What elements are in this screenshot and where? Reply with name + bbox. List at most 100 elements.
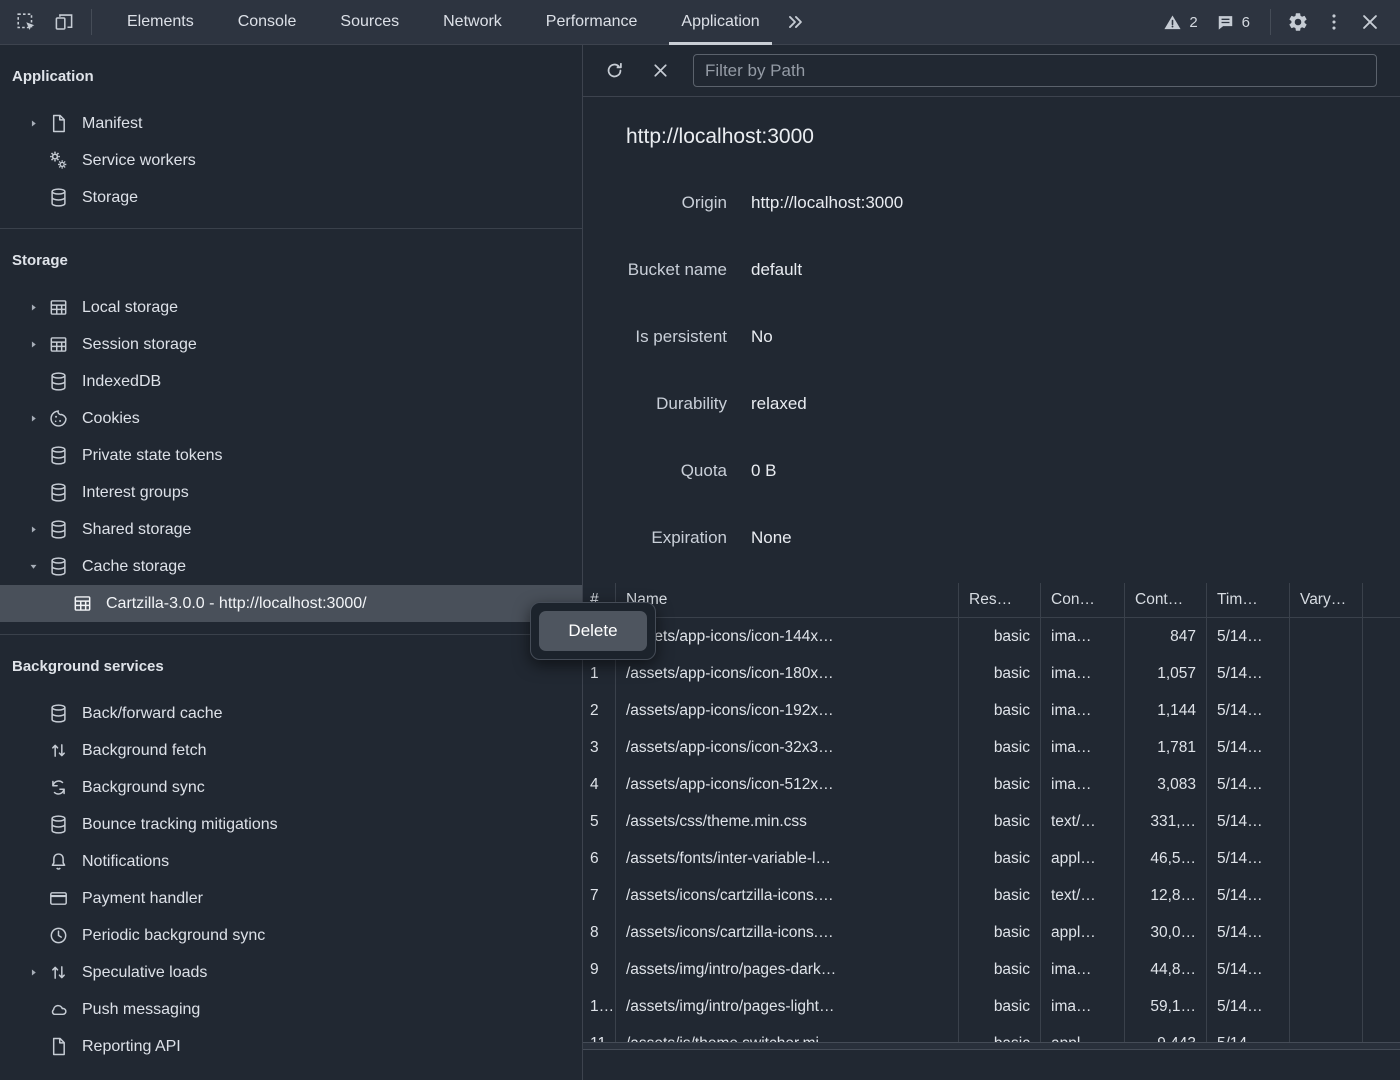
- table-row[interactable]: 6/assets/fonts/inter-variable-l…basicapp…: [583, 840, 1400, 877]
- cache-filter-bar: [583, 45, 1400, 97]
- table-cell-filler: [1363, 766, 1400, 803]
- expander-placeholder: [28, 1041, 48, 1053]
- database-icon: [48, 556, 69, 577]
- warnings-badge[interactable]: 2: [1163, 13, 1197, 32]
- table-cell: /assets/icons/cartzilla-icons.…: [616, 914, 959, 951]
- sidebar-item-background-fetch[interactable]: Background fetch: [0, 732, 582, 769]
- sidebar-item-notifications[interactable]: Notifications: [0, 843, 582, 880]
- sidebar-item-indexeddb[interactable]: IndexedDB: [0, 363, 582, 400]
- table-row[interactable]: 9/assets/img/intro/pages-dark…basicima…4…: [583, 951, 1400, 988]
- sidebar-item-session-storage[interactable]: Session storage: [0, 326, 582, 363]
- sidebar-item-private-state-tokens[interactable]: Private state tokens: [0, 437, 582, 474]
- sidebar-item-label: IndexedDB: [82, 373, 161, 391]
- database-icon: [48, 482, 69, 503]
- sidebar-item-bounce-tracking-mitigations[interactable]: Bounce tracking mitigations: [0, 806, 582, 843]
- sidebar-item-push-messaging[interactable]: Push messaging: [0, 991, 582, 1028]
- column-header-tim[interactable]: Tim…: [1207, 583, 1290, 617]
- tab-performance[interactable]: Performance: [524, 0, 660, 45]
- messages-badge[interactable]: 6: [1216, 13, 1250, 32]
- detail-label: Durability: [583, 394, 727, 414]
- column-header-con[interactable]: Con…: [1041, 583, 1125, 617]
- origin-heading: http://localhost:3000: [626, 122, 814, 152]
- chevron-right-icon[interactable]: [28, 118, 48, 130]
- tab-application[interactable]: Application: [659, 0, 781, 45]
- sidebar-item-back-forward-cache[interactable]: Back/forward cache: [0, 695, 582, 732]
- console-messages-icon: [1216, 13, 1235, 32]
- chevron-right-icon[interactable]: [28, 339, 48, 351]
- inspect-icon[interactable]: [10, 6, 42, 38]
- sidebar-item-periodic-background-sync[interactable]: Periodic background sync: [0, 917, 582, 954]
- sidebar-item-local-storage[interactable]: Local storage: [0, 289, 582, 326]
- chevron-right-icon[interactable]: [28, 967, 48, 979]
- clear-icon[interactable]: [645, 56, 675, 86]
- table-cell: /assets/app-icons/icon-32x3…: [616, 729, 959, 766]
- detail-value: relaxed: [751, 394, 807, 414]
- sidebar-item-label: Cookies: [82, 410, 140, 428]
- table-row[interactable]: 4/assets/app-icons/icon-512x…basicima…3,…: [583, 766, 1400, 803]
- more-tabs-icon[interactable]: [782, 6, 808, 38]
- table-cell: [1290, 618, 1363, 655]
- sidebar-item-background-sync[interactable]: Background sync: [0, 769, 582, 806]
- table-cell: 1,057: [1125, 655, 1207, 692]
- preview-splitter[interactable]: [583, 1042, 1400, 1050]
- message-count: 6: [1242, 14, 1250, 31]
- sidebar-item-reporting-api[interactable]: Reporting API: [0, 1028, 582, 1065]
- tab-elements[interactable]: Elements: [105, 0, 216, 45]
- detail-row-bucket-name: Bucket namedefault: [583, 236, 1400, 303]
- sidebar-item-speculative-loads[interactable]: Speculative loads: [0, 954, 582, 991]
- chevron-right-icon[interactable]: [28, 302, 48, 314]
- table-cell: basic: [959, 951, 1041, 988]
- table-row[interactable]: 0/assets/app-icons/icon-144x…basicima…84…: [583, 618, 1400, 655]
- delete-menu-item[interactable]: Delete: [539, 611, 647, 651]
- table-cell: text/…: [1041, 803, 1125, 840]
- chevron-down-icon[interactable]: [28, 561, 48, 573]
- table-cell: /assets/app-icons/icon-180x…: [616, 655, 959, 692]
- expander-placeholder: [28, 930, 48, 942]
- table-row[interactable]: 2/assets/app-icons/icon-192x…basicima…1,…: [583, 692, 1400, 729]
- sidebar-item-cookies[interactable]: Cookies: [0, 400, 582, 437]
- chevron-right-icon[interactable]: [28, 524, 48, 536]
- chevron-right-icon[interactable]: [28, 413, 48, 425]
- sidebar-item-cache-storage[interactable]: Cache storage: [0, 548, 582, 585]
- table-row[interactable]: 1…/assets/img/intro/pages-light…basicima…: [583, 988, 1400, 1025]
- tab-network[interactable]: Network: [421, 0, 524, 45]
- table-cell: [1290, 766, 1363, 803]
- table-row[interactable]: 8/assets/icons/cartzilla-icons.…basicapp…: [583, 914, 1400, 951]
- sidebar-item-storage[interactable]: Storage: [0, 179, 582, 216]
- sidebar-item-payment-handler[interactable]: Payment handler: [0, 880, 582, 917]
- table-cell: 5/14…: [1207, 766, 1290, 803]
- sidebar-item-interest-groups[interactable]: Interest groups: [0, 474, 582, 511]
- table-row[interactable]: 5/assets/css/theme.min.cssbasictext/…331…: [583, 803, 1400, 840]
- table-row[interactable]: 3/assets/app-icons/icon-32x3…basicima…1,…: [583, 729, 1400, 766]
- table-cell: /assets/img/intro/pages-light…: [616, 988, 959, 1025]
- tab-sources[interactable]: Sources: [318, 0, 421, 45]
- column-header-name[interactable]: Name: [616, 583, 959, 617]
- table-row[interactable]: 1/assets/app-icons/icon-180x…basicima…1,…: [583, 655, 1400, 692]
- column-header-cont[interactable]: Cont…: [1125, 583, 1207, 617]
- detail-label: Is persistent: [583, 327, 727, 347]
- sidebar-item-service-workers[interactable]: Service workers: [0, 142, 582, 179]
- section-title: Application: [0, 45, 582, 105]
- table-cell: /assets/css/theme.min.css: [616, 803, 959, 840]
- kebab-menu-icon[interactable]: [1318, 6, 1350, 38]
- table-row[interactable]: 7/assets/icons/cartzilla-icons.…basictex…: [583, 877, 1400, 914]
- device-toolbar-icon[interactable]: [48, 6, 80, 38]
- column-header-res[interactable]: Res…: [959, 583, 1041, 617]
- table-cell: 5/14…: [1207, 840, 1290, 877]
- application-panel: ApplicationManifestService workersStorag…: [0, 45, 1400, 1080]
- table-cell: basic: [959, 803, 1041, 840]
- sidebar-section-storage: StorageLocal storageSession storageIndex…: [0, 228, 582, 634]
- table-row[interactable]: 11/assets/js/theme.switcher.mi…basicappl…: [583, 1025, 1400, 1042]
- sidebar-item-manifest[interactable]: Manifest: [0, 105, 582, 142]
- close-icon[interactable]: [1354, 6, 1386, 38]
- settings-gear-icon[interactable]: [1282, 6, 1314, 38]
- sidebar-item-shared-storage[interactable]: Shared storage: [0, 511, 582, 548]
- column-header-vary[interactable]: Vary…: [1290, 583, 1363, 617]
- filter-by-path-input[interactable]: [693, 54, 1377, 87]
- clock-icon: [48, 925, 69, 946]
- sidebar-item-cartzilla-3-0-0-http-localhost-3000[interactable]: Cartzilla-3.0.0 - http://localhost:3000/: [0, 585, 582, 622]
- tab-console[interactable]: Console: [216, 0, 319, 45]
- table-cell-filler: [1363, 951, 1400, 988]
- refresh-icon[interactable]: [599, 56, 629, 86]
- devtools-toolbar: ElementsConsoleSourcesNetworkPerformance…: [0, 0, 1400, 45]
